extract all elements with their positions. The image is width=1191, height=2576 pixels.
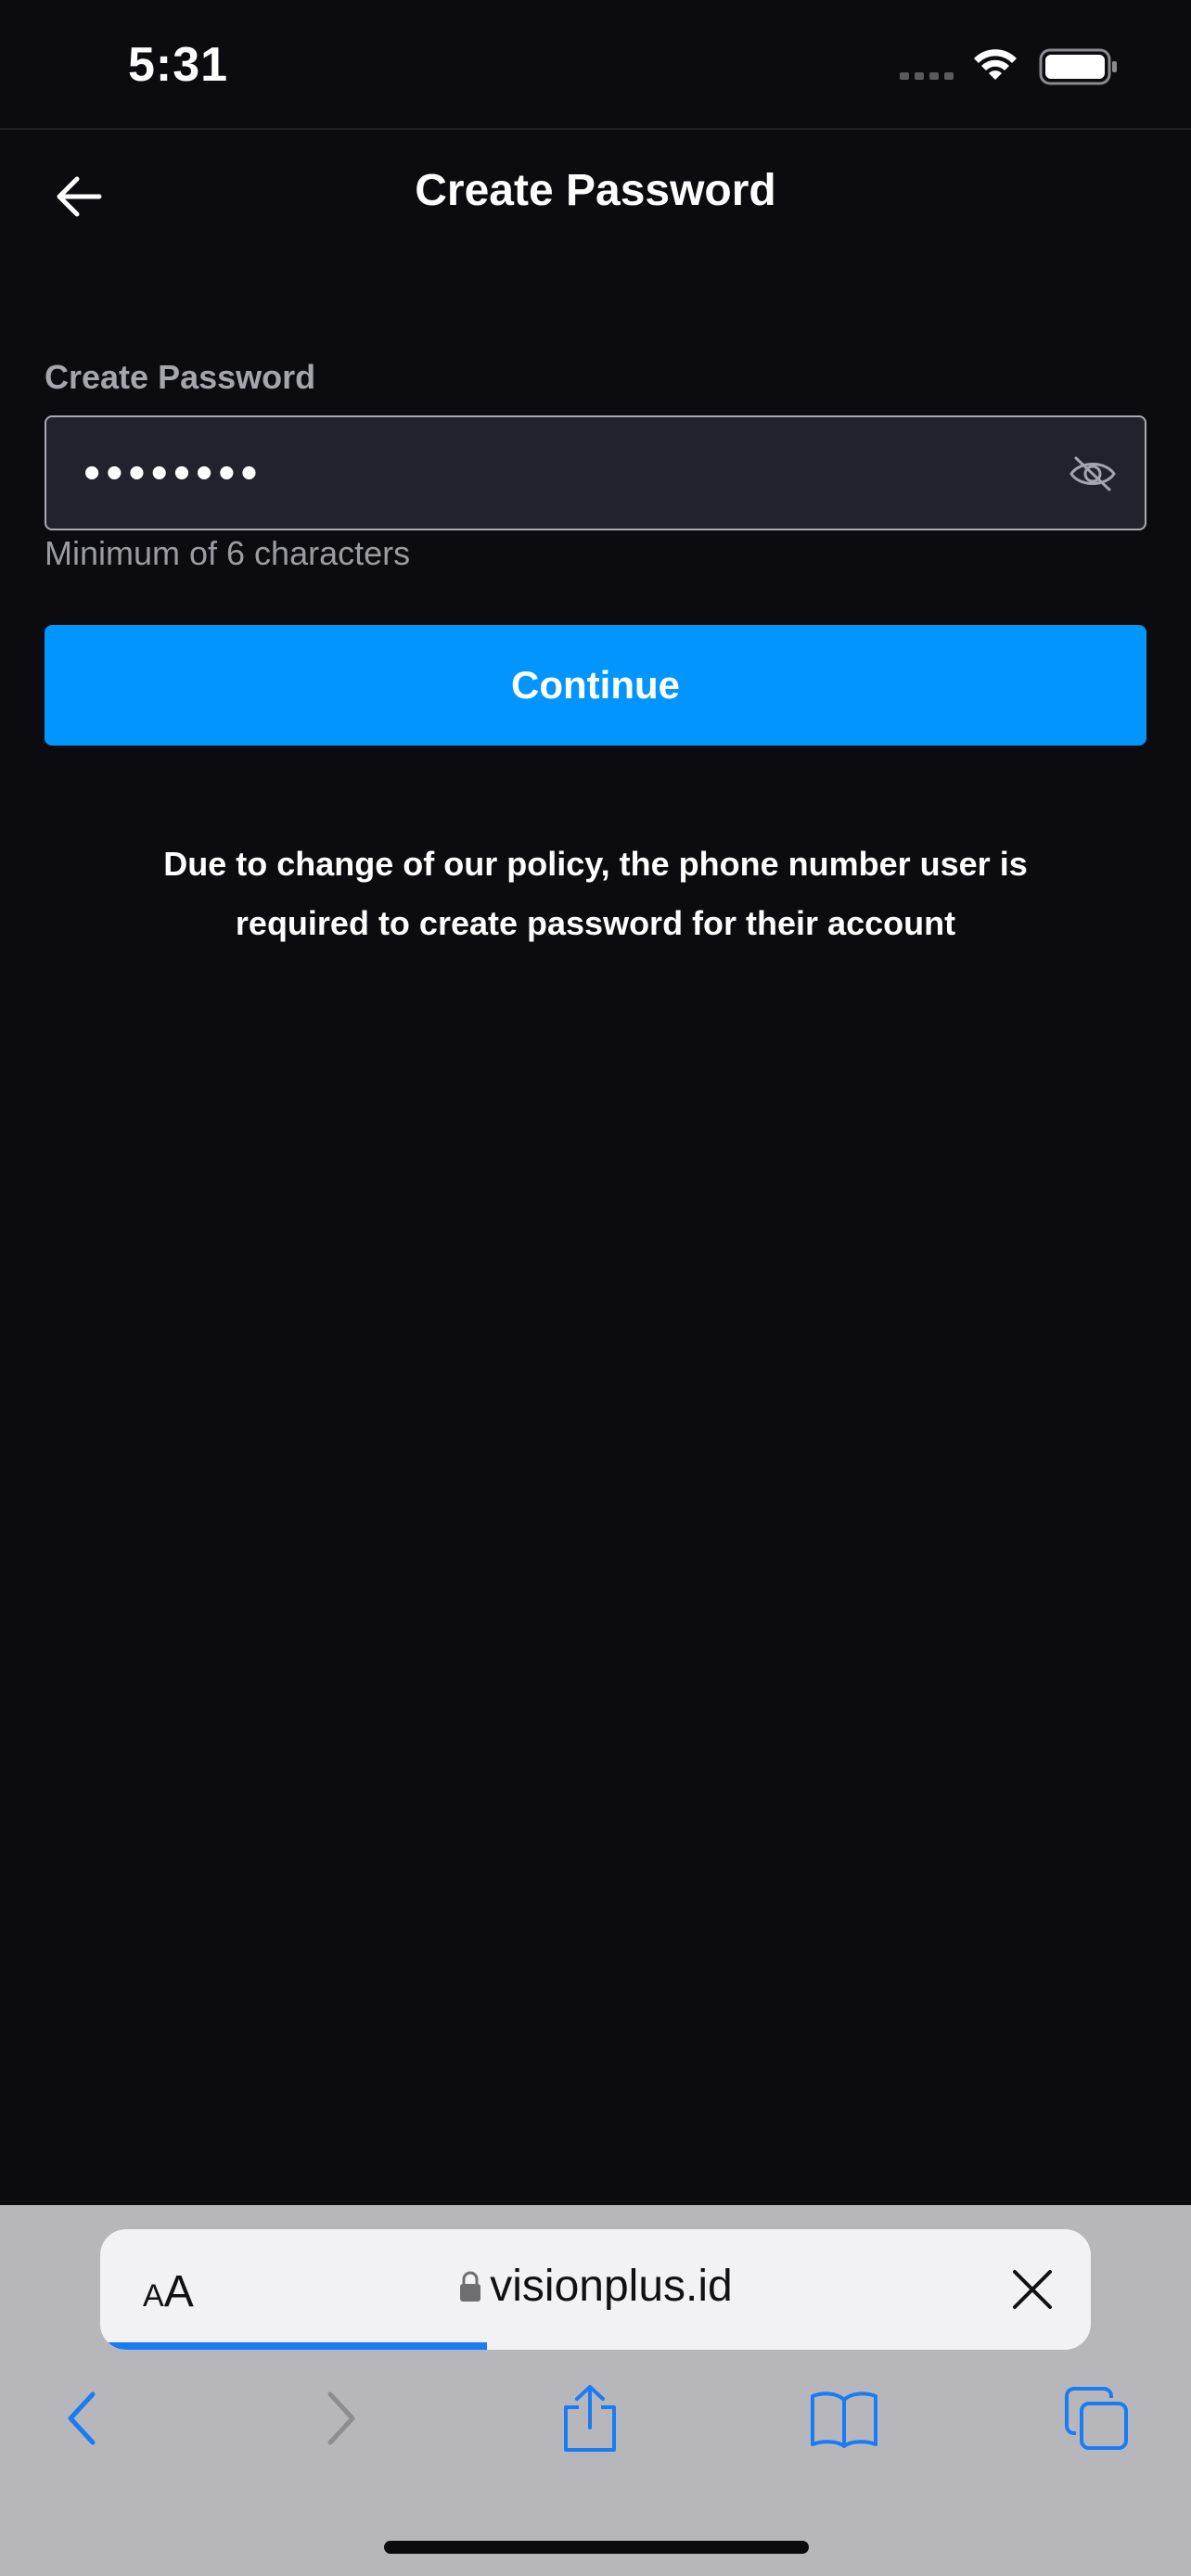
chevron-right-icon — [327, 2391, 355, 2445]
back-nav-button[interactable] — [35, 2372, 128, 2465]
tabs-icon — [1065, 2387, 1128, 2450]
safari-bottom-bar: AA visionplus.id — [0, 2205, 1191, 2576]
cellular-signal-icon — [900, 72, 954, 80]
home-indicator — [384, 2541, 809, 2554]
header: Create Password — [0, 130, 1191, 263]
forward-nav-button[interactable] — [295, 2372, 388, 2465]
policy-notice: Due to change of our policy, the phone n… — [163, 845, 1028, 942]
battery-icon — [1039, 48, 1117, 85]
url-display[interactable]: visionplus.id — [100, 2261, 1091, 2312]
book-icon — [811, 2391, 877, 2448]
close-icon[interactable] — [1011, 2268, 1054, 2311]
password-label: Create Password — [45, 358, 316, 396]
eye-off-icon[interactable] — [1069, 453, 1117, 495]
password-field[interactable]: •••••••• — [45, 415, 1146, 530]
status-time: 5:31 — [128, 38, 229, 92]
status-bar: 5:31 — [0, 0, 1191, 130]
bookmarks-button[interactable] — [798, 2372, 890, 2465]
page-title: Create Password — [415, 166, 776, 215]
continue-button[interactable]: Continue — [45, 625, 1146, 746]
lock-icon — [460, 2271, 481, 2302]
safari-toolbar — [0, 2372, 1191, 2483]
address-bar[interactable]: AA visionplus.id — [100, 2229, 1091, 2350]
password-value: •••••••• — [83, 446, 263, 500]
page-load-progress — [100, 2342, 487, 2350]
chevron-left-icon — [68, 2391, 96, 2445]
share-icon — [564, 2385, 616, 2452]
wifi-icon — [974, 49, 1017, 80]
share-button[interactable] — [544, 2372, 636, 2465]
url-text: visionplus.id — [490, 2262, 733, 2311]
tabs-button[interactable] — [1050, 2372, 1143, 2465]
password-hint: Minimum of 6 characters — [45, 534, 411, 572]
